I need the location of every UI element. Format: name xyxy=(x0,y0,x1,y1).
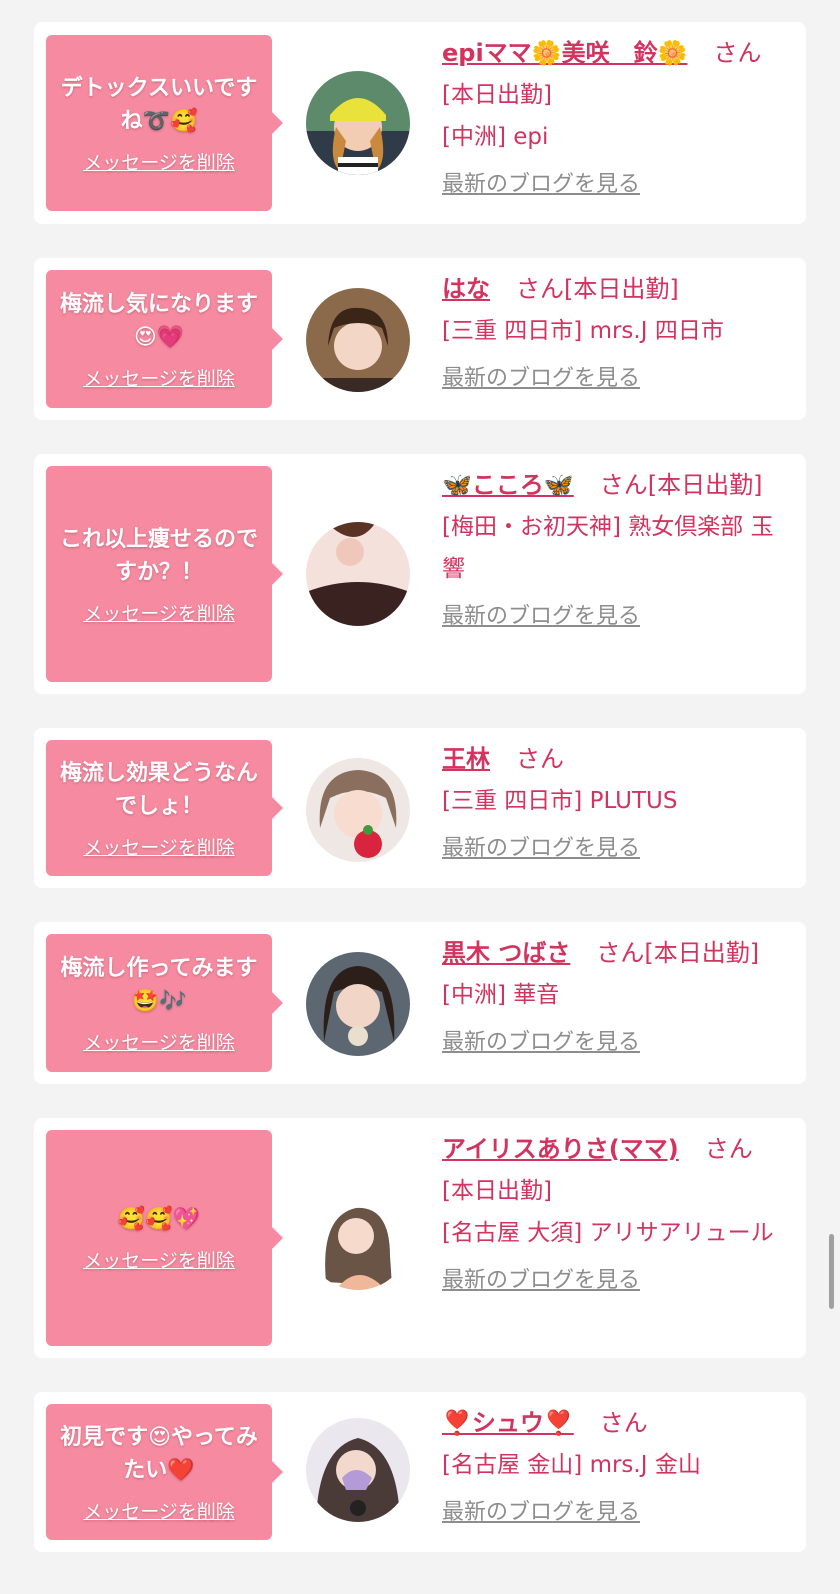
cast-shop: [中洲] 華音 xyxy=(442,982,560,1008)
honorific: さん xyxy=(516,745,564,773)
view-blog-link[interactable]: 最新のブログを見る xyxy=(442,164,640,206)
view-blog-link[interactable]: 最新のブログを見る xyxy=(442,1260,640,1302)
cast-name-link[interactable]: 王林 xyxy=(442,745,516,773)
honorific: さん[本日出勤] xyxy=(599,471,763,499)
cast-shop: [梅田・お初天神] 熟女倶楽部 玉響 xyxy=(442,514,774,582)
message-card: 梅流し作ってみます🤩🎶 メッセージを削除 黒木 つばさ さん[本日出勤] [中洲]… xyxy=(34,922,806,1084)
message-bubble: 梅流し気になります😍💗 メッセージを削除 xyxy=(46,270,283,408)
message-card: これ以上痩せるのですか？！ メッセージを削除 🦋こころ🦋 さん[本日出勤] [梅田… xyxy=(34,454,806,694)
cast-shop: [三重 四日市] PLUTUS xyxy=(442,788,678,814)
delete-message-link[interactable]: メッセージを削除 xyxy=(83,599,235,626)
avatar[interactable] xyxy=(306,758,410,862)
cast-info: はな さん[本日出勤] [三重 四日市] mrs.J 四日市 最新のブログを見る xyxy=(442,268,792,400)
cast-shop: [中洲] epi xyxy=(442,124,549,150)
cast-info: epiママ🌼美咲 鈴🌼 さん [本日出勤] [中洲] epi 最新のブログを見る xyxy=(442,32,792,206)
message-text: 初見です😍やってみたい❤️ xyxy=(60,1424,258,1483)
cast-name-link[interactable]: はな xyxy=(442,275,516,303)
message-bubble: 🥰🥰💖 メッセージを削除 xyxy=(46,1130,283,1346)
message-text: 梅流し気になります😍💗 xyxy=(59,291,258,350)
cast-shop: [名古屋 金山] mrs.J 金山 xyxy=(442,1452,701,1478)
message-card: 🥰🥰💖 メッセージを削除 アイリスありさ(ママ) さん [本日出勤] [名古屋 大… xyxy=(34,1118,806,1358)
view-blog-link[interactable]: 最新のブログを見る xyxy=(442,828,640,870)
message-text: これ以上痩せるのですか？！ xyxy=(59,526,258,585)
message-card: 梅流し効果どうなんでしょ！ メッセージを削除 王林 さん [三重 四日市] PLU… xyxy=(34,728,806,888)
honorific: さん[本日出勤] xyxy=(516,275,679,303)
cast-info: ❣️シュウ❣️ さん [名古屋 金山] mrs.J 金山 最新のブログを見る xyxy=(442,1402,792,1534)
honorific: さん xyxy=(704,1135,753,1163)
message-card: デトックスいいですね➰🥰 メッセージを削除 epiママ🌼美咲 鈴🌼 さん [本日出… xyxy=(34,22,806,224)
message-card: 梅流し気になります😍💗 メッセージを削除 はな さん[本日出勤] [三重 四日市]… xyxy=(34,258,806,420)
message-text: 梅流し作ってみます🤩🎶 xyxy=(60,955,258,1014)
avatar[interactable] xyxy=(306,288,410,392)
avatar[interactable] xyxy=(306,522,410,626)
message-text: デトックスいいですね➰🥰 xyxy=(60,75,258,134)
cast-status: [本日出勤] xyxy=(442,82,552,108)
cast-name-link[interactable]: epiママ🌼美咲 鈴🌼 xyxy=(442,39,713,67)
scrollbar[interactable] xyxy=(829,1234,834,1309)
view-blog-link[interactable]: 最新のブログを見る xyxy=(442,1492,640,1534)
delete-message-link[interactable]: メッセージを削除 xyxy=(83,833,235,860)
cast-name-link[interactable]: アイリスありさ(ママ) xyxy=(442,1135,705,1163)
message-card: 初見です😍やってみたい❤️ メッセージを削除 ❣️シュウ❣️ さん [名古屋 金山… xyxy=(34,1392,806,1552)
message-bubble: 梅流し作ってみます🤩🎶 メッセージを削除 xyxy=(46,934,283,1072)
avatar[interactable] xyxy=(306,71,410,175)
avatar[interactable] xyxy=(306,952,410,1056)
cast-info: 黒木 つばさ さん[本日出勤] [中洲] 華音 最新のブログを見る xyxy=(442,932,792,1064)
message-bubble: デトックスいいですね➰🥰 メッセージを削除 xyxy=(46,35,283,211)
cast-name-link[interactable]: 黒木 つばさ xyxy=(442,939,596,967)
message-text: 🥰🥰💖 xyxy=(117,1207,201,1232)
delete-message-link[interactable]: メッセージを削除 xyxy=(83,1497,235,1524)
delete-message-link[interactable]: メッセージを削除 xyxy=(83,364,235,391)
message-text: 梅流し効果どうなんでしょ！ xyxy=(59,760,258,819)
cast-shop: [三重 四日市] mrs.J 四日市 xyxy=(442,318,724,344)
view-blog-link[interactable]: 最新のブログを見る xyxy=(442,596,640,638)
honorific: さん xyxy=(713,39,762,67)
delete-message-link[interactable]: メッセージを削除 xyxy=(83,1246,235,1273)
message-list: デトックスいいですね➰🥰 メッセージを削除 epiママ🌼美咲 鈴🌼 さん [本日出… xyxy=(0,0,840,1594)
message-bubble: これ以上痩せるのですか？！ メッセージを削除 xyxy=(46,466,283,682)
message-bubble: 初見です😍やってみたい❤️ メッセージを削除 xyxy=(46,1404,283,1540)
cast-shop: [名古屋 大須] アリサアリュール xyxy=(442,1220,774,1246)
cast-info: アイリスありさ(ママ) さん [本日出勤] [名古屋 大須] アリサアリュール 最… xyxy=(442,1128,792,1302)
delete-message-link[interactable]: メッセージを削除 xyxy=(83,1028,235,1055)
cast-info: 🦋こころ🦋 さん[本日出勤] [梅田・お初天神] 熟女倶楽部 玉響 最新のブログを… xyxy=(442,464,792,638)
honorific: さん[本日出勤] xyxy=(596,939,760,967)
view-blog-link[interactable]: 最新のブログを見る xyxy=(442,358,640,400)
message-bubble: 梅流し効果どうなんでしょ！ メッセージを削除 xyxy=(46,740,283,876)
honorific: さん xyxy=(599,1409,648,1437)
cast-info: 王林 さん [三重 四日市] PLUTUS 最新のブログを見る xyxy=(442,738,792,870)
cast-status: [本日出勤] xyxy=(442,1178,552,1204)
delete-message-link[interactable]: メッセージを削除 xyxy=(83,148,235,175)
avatar[interactable] xyxy=(306,1418,410,1522)
cast-name-link[interactable]: 🦋こころ🦋 xyxy=(442,471,600,499)
cast-name-link[interactable]: ❣️シュウ❣️ xyxy=(442,1409,600,1437)
view-blog-link[interactable]: 最新のブログを見る xyxy=(442,1022,640,1064)
avatar[interactable] xyxy=(306,1186,410,1290)
